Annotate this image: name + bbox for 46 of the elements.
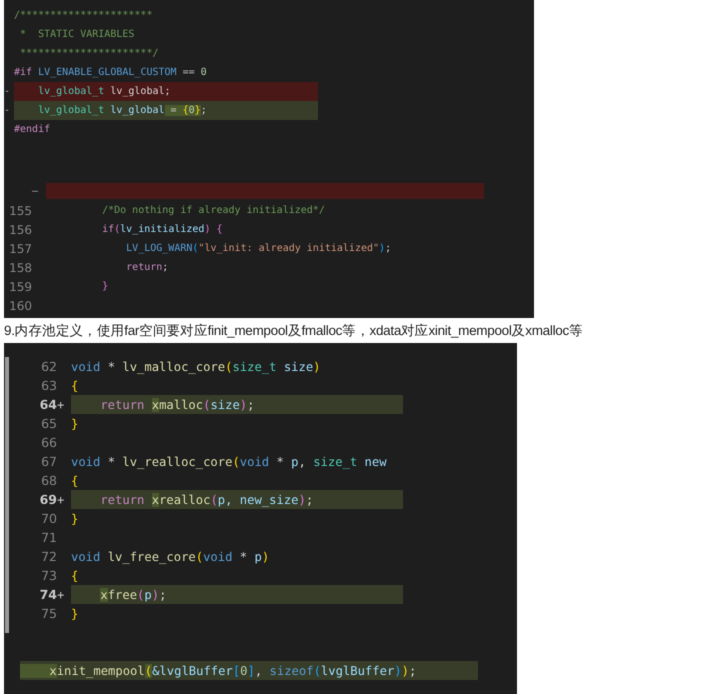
- line-number: 71: [40, 530, 57, 545]
- line-number: 155: [8, 204, 32, 218]
- code-line: /**********************: [14, 9, 154, 23]
- code-line: if(lv_initialized) {: [101, 223, 224, 237]
- code-line: * STATIC VARIABLES: [19, 28, 136, 42]
- code-line: return;: [125, 261, 170, 275]
- line-number: 67: [40, 454, 57, 469]
- code-line: {: [71, 378, 80, 394]
- code-line: }: [71, 510, 80, 528]
- code-line: #if LV_ENABLE_GLOBAL_CUSTOM == 0: [14, 66, 208, 80]
- code-line: void lv_free_core(void * p): [71, 548, 270, 566]
- code-line: #endif: [14, 123, 52, 137]
- line-number: 74: [38, 587, 57, 602]
- line-number: 62: [40, 359, 57, 374]
- line-number: 64: [38, 397, 57, 412]
- line-number: 157: [8, 242, 32, 256]
- line-number: 63: [40, 378, 57, 393]
- line-number: 159: [8, 280, 32, 294]
- line-number: 65: [40, 416, 57, 431]
- code-line: void * lv_malloc_core(size_t size): [71, 358, 322, 376]
- code-line: {: [71, 568, 80, 584]
- diff-marker: —: [30, 186, 40, 196]
- line-number: 66: [40, 435, 57, 450]
- code-line: LV_LOG_WARN("lv_init: already initialized");: [125, 242, 392, 256]
- code-line: }: [71, 416, 80, 432]
- code-line: /*Do nothing if already initialized*/: [101, 204, 326, 218]
- line-number: 156: [8, 222, 32, 236]
- code-line: **********************/: [19, 47, 160, 61]
- line-number: 72: [40, 549, 57, 564]
- diff-marker: +: [57, 398, 66, 412]
- line-number: 68: [40, 473, 57, 488]
- diff-marker: -: [4, 105, 12, 116]
- code-line: {: [71, 472, 80, 490]
- diff-marker: -: [4, 86, 12, 97]
- line-number: 158: [8, 260, 32, 274]
- line-number: 69: [38, 492, 57, 507]
- caption-text: 9.内存池定义，使用far空间要对应finit_mempool及fmalloc等，xdata对应xinit_mempool及xmalloc等: [4, 322, 584, 340]
- code-line: }: [101, 280, 110, 294]
- diff-marker: +: [57, 588, 66, 602]
- line-number: 70: [40, 511, 57, 526]
- code-line: void * lv_realloc_core(void * p, size_t new: [71, 454, 388, 471]
- line-number: 160: [8, 298, 32, 312]
- line-number: 75: [40, 606, 57, 621]
- line-number: 73: [40, 568, 57, 583]
- diff-marker: +: [57, 492, 66, 506]
- code-line: }: [71, 606, 80, 622]
